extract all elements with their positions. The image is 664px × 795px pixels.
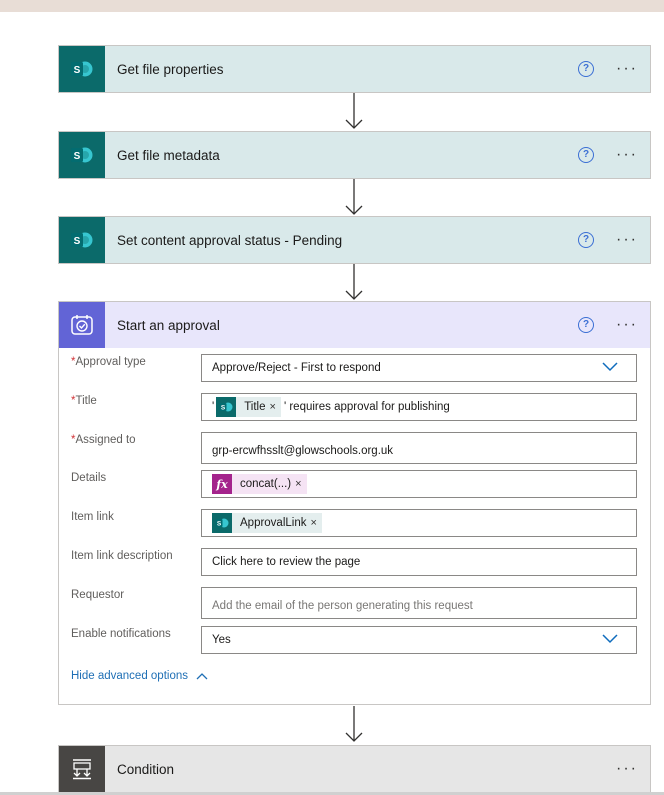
action-title: Condition bbox=[117, 761, 175, 777]
help-icon[interactable]: ? bbox=[578, 61, 595, 77]
sharepoint-icon: S bbox=[216, 396, 237, 417]
token-label: ApprovalLink bbox=[240, 517, 307, 530]
field-label: Details bbox=[71, 470, 201, 484]
expression-token[interactable]: fx concat(...) × bbox=[212, 474, 307, 495]
action-header[interactable]: S Set content approval status - Pending … bbox=[59, 217, 650, 263]
details-field[interactable]: fx concat(...) × bbox=[201, 470, 637, 499]
label-text: Requestor bbox=[71, 588, 125, 601]
more-icon[interactable]: ··· bbox=[616, 232, 638, 248]
details-row: Details fx concat(...) × bbox=[71, 470, 638, 509]
action-set-content-approval-status[interactable]: S Set content approval status - Pending … bbox=[58, 216, 651, 264]
help-icon[interactable]: ? bbox=[578, 317, 595, 333]
hide-advanced-options-link[interactable]: Hide advanced options bbox=[71, 670, 638, 682]
remove-token-icon[interactable]: × bbox=[270, 401, 281, 413]
arrow-down-icon bbox=[345, 93, 363, 129]
label-text: Enable notifications bbox=[71, 627, 171, 640]
title-row: *Title ' S Title × ' requires approval f… bbox=[71, 392, 638, 432]
help-icon[interactable]: ? bbox=[578, 232, 595, 248]
title-field[interactable]: ' S Title × ' requires approval for publ… bbox=[201, 392, 637, 421]
more-icon[interactable]: ··· bbox=[616, 61, 638, 77]
requestor-field[interactable]: Add the email of the person generating t… bbox=[201, 586, 637, 619]
field-value: Click here to review the page bbox=[212, 555, 361, 568]
label-text: Assigned to bbox=[75, 433, 136, 446]
item-link-description-field[interactable]: Click here to review the page bbox=[201, 547, 637, 576]
svg-text:S: S bbox=[74, 65, 81, 76]
remove-token-icon[interactable]: × bbox=[310, 517, 321, 529]
enable-notifications-row: Enable notifications Yes bbox=[71, 625, 638, 665]
link-text: Hide advanced options bbox=[71, 670, 188, 683]
arrow-down-icon bbox=[345, 706, 363, 742]
field-label: *Approval type bbox=[71, 354, 201, 368]
label-text: Title bbox=[75, 394, 97, 407]
approvals-icon bbox=[59, 302, 105, 348]
approval-type-row: *Approval type Approve/Reject - First to… bbox=[71, 354, 638, 393]
help-icon[interactable]: ? bbox=[578, 147, 595, 163]
action-title: Get file metadata bbox=[117, 147, 220, 163]
svg-text:S: S bbox=[221, 404, 226, 411]
svg-text:S: S bbox=[74, 151, 81, 162]
action-start-an-approval[interactable]: Start an approval ? ··· *Approval type A… bbox=[58, 301, 651, 705]
more-icon[interactable]: ··· bbox=[616, 761, 638, 777]
dropdown-value: Yes bbox=[212, 633, 231, 646]
dynamic-content-token[interactable]: S Title × bbox=[216, 396, 281, 417]
remove-token-icon[interactable]: × bbox=[295, 478, 306, 490]
top-bar bbox=[0, 0, 664, 12]
sharepoint-icon: S bbox=[212, 513, 232, 534]
field-label: Requestor bbox=[71, 587, 201, 601]
field-value: grp-ercwfhsslt@glowschools.org.uk bbox=[212, 444, 394, 457]
svg-text:S: S bbox=[74, 236, 81, 247]
enable-notifications-dropdown[interactable]: Yes bbox=[201, 625, 637, 654]
action-title: Start an approval bbox=[117, 317, 220, 333]
sharepoint-icon: S bbox=[59, 46, 105, 92]
action-get-file-properties[interactable]: S Get file properties ? ··· bbox=[58, 45, 651, 93]
dynamic-content-token[interactable]: S ApprovalLink × bbox=[212, 513, 322, 534]
sharepoint-icon: S bbox=[59, 132, 105, 178]
chevron-down-icon[interactable] bbox=[602, 362, 618, 372]
approval-form: *Approval type Approve/Reject - First to… bbox=[59, 348, 650, 693]
title-prefix: ' bbox=[212, 400, 215, 413]
field-label: Item link bbox=[71, 509, 201, 523]
svg-text:S: S bbox=[217, 521, 222, 528]
more-icon[interactable]: ··· bbox=[616, 147, 638, 163]
action-header[interactable]: Start an approval ? ··· bbox=[59, 302, 650, 348]
more-icon[interactable]: ··· bbox=[616, 317, 638, 333]
action-header[interactable]: S Get file properties ? ··· bbox=[59, 46, 650, 92]
item-link-field[interactable]: S ApprovalLink × bbox=[201, 509, 637, 538]
action-title: Set content approval status - Pending bbox=[117, 232, 343, 248]
token-label: concat(...) bbox=[240, 478, 292, 491]
label-text: Item link bbox=[71, 511, 114, 524]
action-header[interactable]: Condition ··· bbox=[59, 746, 650, 792]
item-link-description-row: Item link description Click here to revi… bbox=[71, 547, 638, 587]
action-header[interactable]: S Get file metadata ? ··· bbox=[59, 132, 650, 178]
action-condition[interactable]: Condition ··· bbox=[58, 745, 651, 792]
field-label: Enable notifications bbox=[71, 626, 201, 640]
item-link-row: Item link S ApprovalLink × bbox=[71, 509, 638, 548]
action-get-file-metadata[interactable]: S Get file metadata ? ··· bbox=[58, 131, 651, 179]
label-text: Approval type bbox=[75, 356, 146, 368]
label-text: Item link description bbox=[71, 549, 173, 562]
field-placeholder: Add the email of the person generating t… bbox=[212, 599, 473, 612]
action-title: Get file properties bbox=[117, 61, 224, 77]
title-suffix: ' requires approval for publishing bbox=[283, 400, 450, 413]
assigned-to-field[interactable]: grp-ercwfhsslt@glowschools.org.uk bbox=[201, 431, 637, 464]
condition-icon bbox=[59, 746, 105, 792]
chevron-up-icon bbox=[196, 673, 208, 680]
approval-type-dropdown[interactable]: Approve/Reject - First to respond bbox=[201, 354, 637, 382]
arrow-down-icon bbox=[345, 179, 363, 215]
expression-icon: fx bbox=[212, 474, 232, 495]
field-label: *Title bbox=[71, 393, 201, 407]
sharepoint-icon: S bbox=[59, 217, 105, 263]
field-label: Item link description bbox=[71, 548, 201, 562]
field-label: *Assigned to bbox=[71, 432, 201, 446]
label-text: Details bbox=[71, 472, 107, 485]
chevron-down-icon[interactable] bbox=[602, 634, 618, 644]
requestor-row: Requestor Add the email of the person ge… bbox=[71, 586, 638, 626]
dropdown-value: Approve/Reject - First to respond bbox=[212, 362, 381, 374]
arrow-down-icon bbox=[345, 264, 363, 300]
assigned-to-row: *Assigned to grp-ercwfhsslt@glowschools.… bbox=[71, 431, 638, 471]
token-label: Title bbox=[244, 400, 266, 413]
